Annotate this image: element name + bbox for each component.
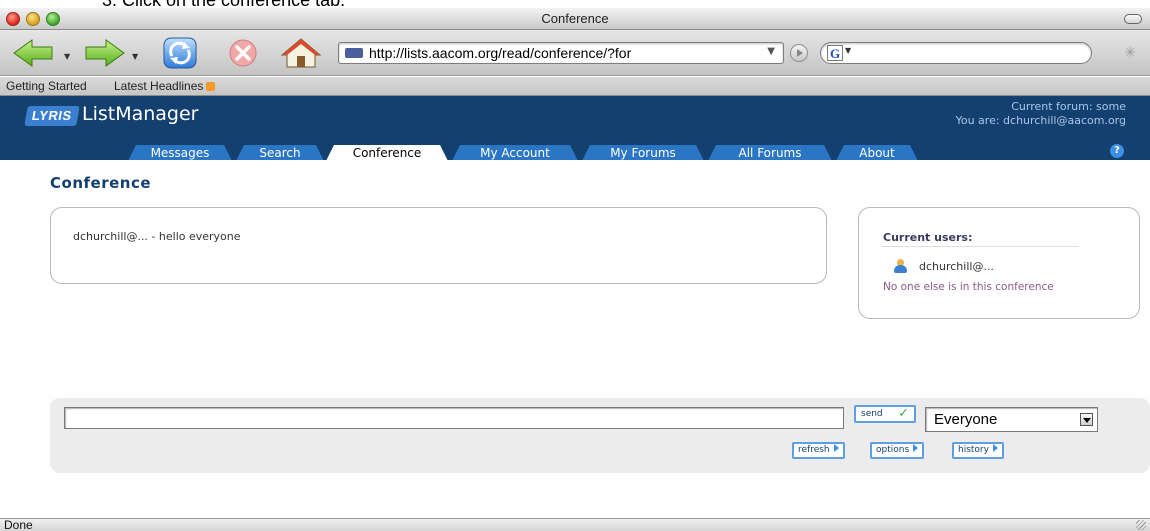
forward-arrow-icon[interactable] [80, 36, 126, 70]
search-bar[interactable]: G ▼ [820, 42, 1092, 64]
back-history-dropdown-icon[interactable]: ▼ [64, 52, 70, 61]
site-favicon-icon [345, 48, 363, 58]
send-button-label: send [861, 409, 883, 419]
url-history-dropdown-icon[interactable]: ▼ [767, 46, 775, 57]
compose-panel: send ✓ Everyone refresh options history [50, 398, 1150, 473]
status-text: Done [4, 518, 33, 531]
play-arrow-icon [992, 444, 998, 452]
window-title: Conference [541, 11, 609, 26]
page-title: Conference [50, 174, 152, 192]
search-engine-icon[interactable]: G [827, 45, 843, 61]
current-users-title: Current users: [883, 231, 973, 244]
bookmark-latest-headlines[interactable]: Latest Headlines [114, 79, 216, 93]
browser-toolbar: ▼ ▼ http://lists.aacom.org/read/conferen… [0, 30, 1150, 76]
resize-grip-icon[interactable] [1136, 520, 1146, 530]
recipient-select-value: Everyone [934, 411, 998, 428]
refresh-button-label: refresh [798, 445, 830, 455]
current-forum-text: Current forum: some [1011, 100, 1126, 113]
page: 3. Click on the conference tab. Conferen… [0, 0, 1150, 531]
send-button[interactable]: send ✓ [854, 405, 916, 423]
activity-throbber-icon: ✳ [1124, 45, 1136, 61]
tab-messages[interactable]: Messages [128, 145, 232, 161]
page-content: Conference dchurchill@... - hello everyo… [0, 160, 1150, 520]
play-arrow-icon [833, 444, 839, 452]
current-user-name: dchurchill@... [919, 260, 994, 273]
user-icon [893, 259, 908, 273]
rss-feed-icon [206, 82, 216, 91]
tab-search[interactable]: Search [236, 145, 324, 161]
refresh-button[interactable]: refresh [792, 442, 845, 459]
message-input[interactable] [64, 407, 844, 429]
stop-icon[interactable] [220, 36, 266, 70]
lyris-logo: LYRIS [24, 106, 80, 126]
tab-about[interactable]: About [836, 145, 918, 161]
help-icon[interactable]: ? [1110, 144, 1124, 158]
url-text[interactable]: http://lists.aacom.org/read/conference/?… [369, 45, 757, 61]
conference-messages-panel: dchurchill@... - hello everyone [50, 207, 827, 284]
status-bar: Done [0, 518, 1150, 531]
app-name: ListManager [82, 103, 199, 125]
conference-message: dchurchill@... - hello everyone [73, 230, 241, 243]
current-users-panel: Current users: dchurchill@... No one els… [858, 207, 1140, 319]
window-titlebar: Conference [0, 8, 1150, 30]
bookmarks-toolbar: Getting Started Latest Headlines [0, 77, 1150, 96]
play-arrow-icon [913, 444, 919, 452]
back-arrow-icon[interactable] [12, 36, 58, 70]
forward-history-dropdown-icon[interactable]: ▼ [132, 52, 138, 61]
tab-my-account[interactable]: My Account [452, 145, 578, 161]
recipient-select[interactable]: Everyone [925, 407, 1098, 432]
options-button[interactable]: options [870, 442, 925, 459]
main-tabs: Messages Search Conference My Account My… [0, 145, 1150, 160]
current-user-text: You are: dchurchill@aacom.org [955, 114, 1126, 127]
reload-icon[interactable] [158, 36, 204, 70]
history-button-label: history [958, 445, 989, 455]
bookmark-latest-headlines-label: Latest Headlines [114, 79, 204, 93]
search-engine-dropdown-icon[interactable]: ▼ [845, 46, 851, 55]
bookmark-getting-started[interactable]: Getting Started [6, 79, 87, 93]
options-button-label: options [876, 445, 910, 455]
tab-my-forums[interactable]: My Forums [582, 145, 704, 161]
app-header: LYRIS ListManager Current forum: some Yo… [0, 96, 1150, 160]
home-icon[interactable] [278, 36, 324, 70]
history-button[interactable]: history [952, 442, 1004, 459]
checkmark-icon: ✓ [898, 406, 909, 421]
forum-info: Current forum: some You are: dchurchill@… [956, 100, 1126, 128]
chevron-down-icon[interactable] [1080, 413, 1093, 426]
no-other-users-note: No one else is in this conference [883, 281, 1054, 293]
tab-all-forums[interactable]: All Forums [708, 145, 832, 161]
tab-conference[interactable]: Conference [326, 145, 448, 161]
address-bar[interactable]: http://lists.aacom.org/read/conference/?… [338, 42, 784, 64]
toolbar-toggle-icon[interactable] [1124, 14, 1142, 24]
go-arrow-icon[interactable] [790, 44, 808, 62]
divider [881, 246, 1079, 247]
